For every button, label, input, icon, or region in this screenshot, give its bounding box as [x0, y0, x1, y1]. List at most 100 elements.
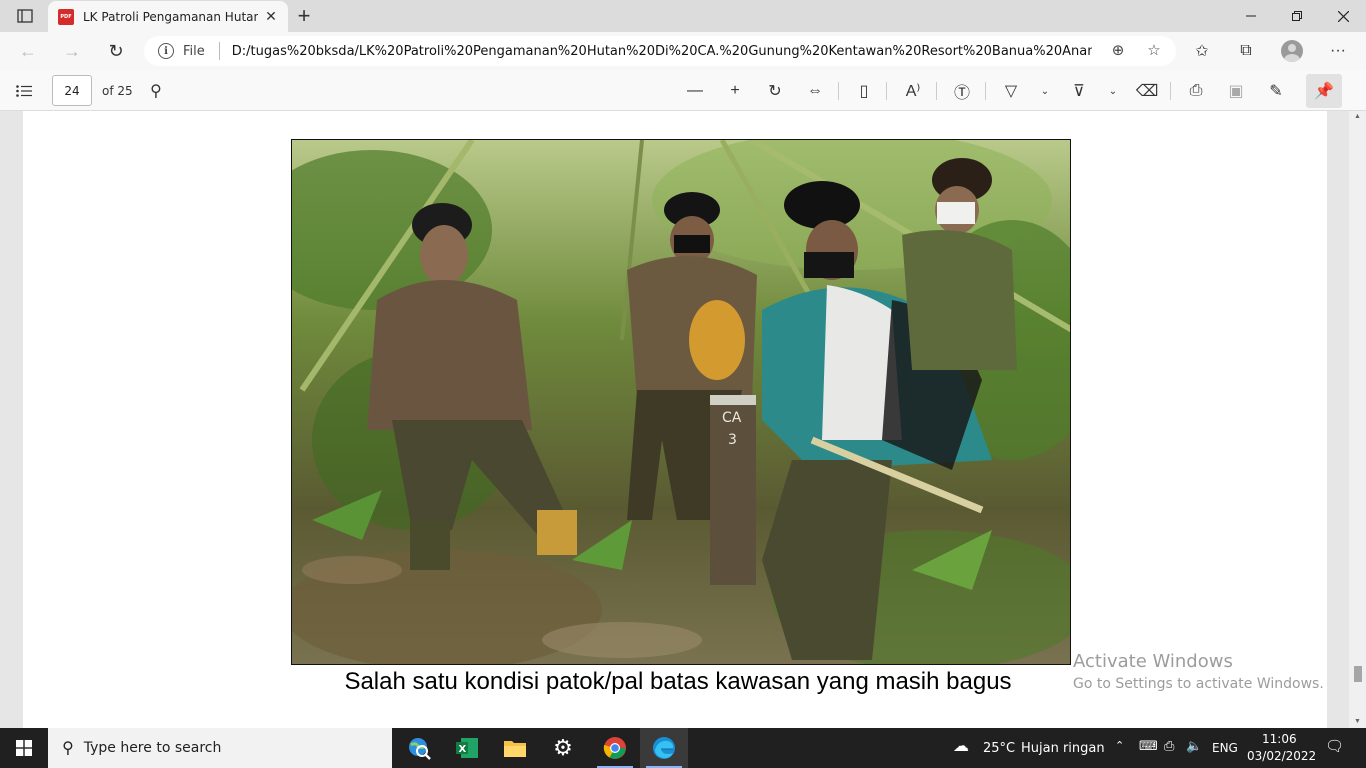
- scroll-up-arrow-icon[interactable]: ▲: [1349, 111, 1366, 123]
- restore-button[interactable]: [1274, 0, 1320, 32]
- pdf-file-icon: PDF: [58, 8, 74, 25]
- taskbar: ⚲ Type here to search X ⚙ ☁ 25°C Hujan r…: [0, 728, 1366, 768]
- address-bar[interactable]: i File D:/tugas%20bksda/LK%20Patroli%20P…: [144, 36, 1176, 66]
- excel-icon: X: [456, 738, 478, 758]
- storage-icon[interactable]: ⎙: [1164, 738, 1174, 754]
- pin-icon: 📌: [1314, 83, 1334, 100]
- scroll-thumb[interactable]: [1354, 666, 1362, 682]
- taskbar-search[interactable]: ⚲ Type here to search: [48, 728, 392, 768]
- svg-text:3: 3: [728, 432, 737, 448]
- globe-search-icon: [409, 738, 431, 760]
- forward-button[interactable]: →: [56, 36, 88, 66]
- add-favorite-icon[interactable]: ☆: [1143, 39, 1165, 61]
- activate-windows-watermark: Activate Windows Go to Settings to activ…: [1073, 651, 1324, 692]
- navigation-bar: ← → ↻ i File D:/tugas%20bksda/LK%20Patro…: [0, 32, 1366, 70]
- collections-button[interactable]: ⧉: [1231, 36, 1261, 66]
- vertical-scrollbar[interactable]: ▲ ▼: [1349, 111, 1366, 728]
- forest-patrol-image: CA 3: [292, 140, 1070, 664]
- address-separator: [218, 42, 220, 60]
- taskbar-search-placeholder: Type here to search: [83, 740, 222, 756]
- save-as-icon: ✎: [1269, 83, 1283, 100]
- windows-logo-icon: [16, 740, 32, 756]
- site-info-icon[interactable]: i: [158, 43, 174, 59]
- contents-list-icon: [16, 85, 32, 97]
- gear-icon: ⚙: [553, 735, 573, 760]
- plus-icon: +: [730, 82, 740, 99]
- back-button[interactable]: ←: [12, 36, 44, 66]
- erase-button[interactable]: ⌫: [1132, 76, 1162, 106]
- tab-actions-button[interactable]: [8, 4, 42, 28]
- profile-avatar[interactable]: [1281, 40, 1303, 62]
- taskbar-app-excel[interactable]: X: [443, 728, 491, 768]
- tab-close-icon[interactable]: ✕: [262, 8, 280, 26]
- activate-windows-subtitle: Go to Settings to activate Windows.: [1073, 676, 1324, 692]
- notification-icon[interactable]: 🗨: [1325, 737, 1344, 755]
- highlight-button[interactable]: ⊽: [1064, 76, 1094, 106]
- add-text-button[interactable]: Ⓣ: [947, 76, 977, 106]
- eraser-icon: ⌫: [1135, 83, 1159, 100]
- draw-options-button[interactable]: ⌄: [1030, 76, 1060, 106]
- favorites-star-icon: ✩: [1195, 43, 1209, 60]
- chevron-up-icon[interactable]: ⌃: [1115, 739, 1124, 752]
- pin-toolbar-button[interactable]: 📌: [1306, 74, 1342, 108]
- taskbar-app-chrome[interactable]: [591, 728, 639, 768]
- print-button[interactable]: ⎙: [1181, 76, 1211, 106]
- svg-text:CA: CA: [722, 410, 742, 426]
- page-total-label: of 25: [102, 84, 133, 98]
- close-window-button[interactable]: [1320, 0, 1366, 32]
- tab-actions-icon: [17, 9, 33, 23]
- save-button[interactable]: ▣: [1221, 76, 1251, 106]
- fit-width-button[interactable]: ⇔: [800, 76, 830, 106]
- minimize-button[interactable]: [1228, 0, 1274, 32]
- draw-icon: ▽: [1004, 83, 1018, 100]
- weather-condition[interactable]: Hujan ringan: [1021, 741, 1105, 756]
- tab-pdf-document[interactable]: PDF LK Patroli Pengamanan Hutan Di CA. G…: [48, 1, 288, 32]
- pdf-toolbar: 24 of 25 ⚲ — + ↻ ⇔ ▯ A⁾ Ⓣ ▽ ⌄ ⊽ ⌄ ⌫ ⎙ ▣ …: [0, 70, 1366, 111]
- taskbar-app-settings[interactable]: ⚙: [539, 728, 587, 768]
- patrol-photo: CA 3: [291, 139, 1071, 665]
- clock-date[interactable]: 03/02/2022: [1247, 749, 1316, 763]
- clock-time[interactable]: 11:06: [1262, 732, 1297, 746]
- document-viewport[interactable]: CA 3 Salah satu kondisi patok/pal batas …: [0, 111, 1366, 728]
- page-view-button[interactable]: ▯: [849, 76, 879, 106]
- weather-temperature[interactable]: 25°C: [983, 741, 1015, 756]
- language-indicator[interactable]: ENG: [1212, 741, 1238, 755]
- close-icon: [1337, 10, 1349, 22]
- tab-title: LK Patroli Pengamanan Hutan Di CA. Gunun…: [83, 9, 258, 24]
- edge-icon: [653, 737, 675, 759]
- minus-icon: —: [687, 82, 703, 99]
- folder-icon: [504, 741, 526, 757]
- refresh-button[interactable]: ↻: [100, 36, 132, 66]
- zoom-icon[interactable]: ⊕: [1107, 39, 1129, 61]
- rotate-icon: ↻: [768, 83, 782, 100]
- back-arrow-icon: ←: [19, 40, 37, 61]
- page-number-input[interactable]: 24: [52, 75, 92, 106]
- scroll-down-arrow-icon[interactable]: ▼: [1349, 716, 1366, 728]
- favorites-button[interactable]: ✩: [1187, 36, 1217, 66]
- draw-button[interactable]: ▽: [996, 76, 1026, 106]
- start-button[interactable]: [0, 728, 48, 768]
- printer-icon: ⎙: [1189, 82, 1203, 99]
- contents-button[interactable]: [9, 76, 39, 106]
- taskbar-app-file-explorer[interactable]: [491, 728, 539, 768]
- highlight-options-button[interactable]: ⌄: [1098, 76, 1128, 106]
- settings-more-button[interactable]: ···: [1323, 36, 1353, 66]
- taskbar-app-maps[interactable]: [395, 728, 443, 768]
- minimize-icon: [1246, 15, 1256, 17]
- url-text[interactable]: D:/tugas%20bksda/LK%20Patroli%20Pengaman…: [232, 44, 1092, 59]
- zoom-out-button[interactable]: —: [680, 76, 710, 106]
- taskbar-app-edge[interactable]: [640, 728, 688, 768]
- find-button[interactable]: ⚲: [141, 76, 171, 106]
- zoom-in-button[interactable]: +: [720, 76, 750, 106]
- rotate-button[interactable]: ↻: [760, 76, 790, 106]
- chevron-down-icon: ⌄: [1108, 85, 1118, 97]
- fit-width-icon: ⇔: [807, 82, 823, 99]
- network-icon[interactable]: ⌨: [1139, 738, 1158, 754]
- save-as-button[interactable]: ✎: [1261, 76, 1291, 106]
- new-tab-button[interactable]: +: [292, 3, 316, 28]
- page-view-icon: ▯: [859, 83, 869, 100]
- weather-cloud-icon[interactable]: ☁: [953, 736, 969, 756]
- save-icon: ▣: [1228, 83, 1244, 100]
- volume-icon[interactable]: 🔈: [1186, 738, 1202, 754]
- read-aloud-button[interactable]: A⁾: [898, 76, 928, 106]
